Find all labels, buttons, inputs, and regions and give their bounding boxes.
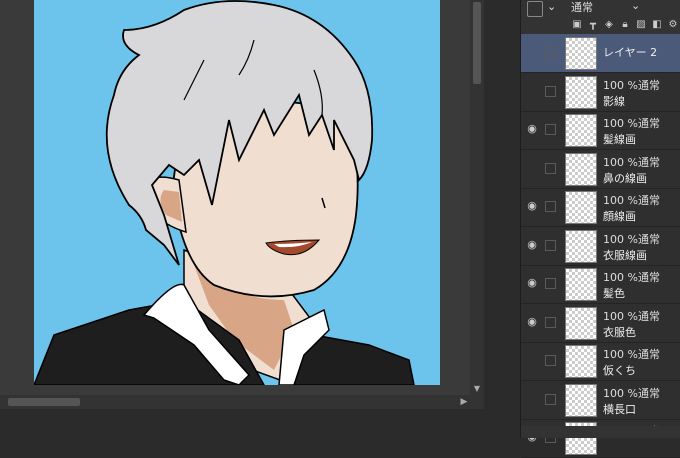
layer-lock-checkbox[interactable] xyxy=(545,278,556,289)
visibility-eye-icon[interactable] xyxy=(525,354,539,366)
layer-name: 衣服線画 xyxy=(603,248,647,262)
layer-thumbnail xyxy=(565,191,597,224)
layer-thumbnail xyxy=(565,152,597,186)
lock-transparent-icon[interactable]: ▨ xyxy=(635,19,647,31)
layer-blend-label: 100 %通常 xyxy=(603,155,660,169)
layer-blend-label: 100 %通常 xyxy=(603,78,660,92)
visibility-eye-icon[interactable]: ◉ xyxy=(525,315,539,328)
layer-thumbnail xyxy=(565,229,597,263)
mask-icon[interactable]: ◧ xyxy=(651,19,663,31)
layer-row[interactable]: 100 %通常 影線 xyxy=(521,73,680,112)
blend-mode-select[interactable]: 通常 xyxy=(571,0,593,15)
layer-blend-label: 100 %通常 xyxy=(603,348,660,361)
layer-lock-checkbox[interactable] xyxy=(545,85,556,97)
layer-lock-checkbox[interactable] xyxy=(545,47,556,58)
settings-icon[interactable]: ⚙ xyxy=(667,19,679,31)
horizontal-scroll-thumb[interactable] xyxy=(8,398,80,406)
clip-icon[interactable]: ┳ xyxy=(587,19,599,31)
layer-blend-label: 100 %通常 xyxy=(603,386,660,400)
layer-panel-footer xyxy=(521,426,680,438)
visibility-eye-icon[interactable] xyxy=(525,162,539,174)
layer-name: レイヤー 2 xyxy=(603,46,658,59)
layer-thumbnail xyxy=(565,306,597,340)
layer-row[interactable]: 100 %通常 鼻の線画 xyxy=(521,150,680,189)
visibility-eye-icon[interactable] xyxy=(525,85,539,97)
layer-lock-checkbox[interactable] xyxy=(545,393,556,405)
visibility-eye-icon[interactable]: ◉ xyxy=(525,238,539,251)
layer-row[interactable]: ◉ 100 %通常 衣服線画 xyxy=(521,227,680,266)
layer-lock-checkbox[interactable] xyxy=(545,201,556,212)
chevron-down-icon[interactable]: ⌄ xyxy=(547,0,556,13)
layer-color-swatch[interactable] xyxy=(527,1,543,17)
vertical-scrollbar[interactable]: ▼ xyxy=(470,0,484,395)
canvas-area[interactable] xyxy=(0,0,470,395)
layer-blend-label: 100 %通常 xyxy=(603,117,660,130)
layer-blend-label: 100 %通常 xyxy=(603,309,660,323)
visibility-eye-icon[interactable]: ◉ xyxy=(525,200,539,212)
layer-row[interactable]: 100 %通常 横長口 xyxy=(521,381,680,420)
layer-name: 影線 xyxy=(603,94,625,108)
layer-row[interactable]: レイヤー 2 xyxy=(521,34,680,73)
layer-lock-checkbox[interactable] xyxy=(545,239,556,251)
layer-thumbnail xyxy=(565,75,597,109)
layer-color-icon[interactable]: ▣ xyxy=(571,19,583,31)
artwork xyxy=(34,0,440,385)
scroll-right-icon[interactable]: ▶ xyxy=(458,396,470,408)
layer-row[interactable]: ◉ 100 %通常 衣服色 xyxy=(521,304,680,343)
visibility-eye-icon[interactable]: ◉ xyxy=(525,123,539,135)
layer-row[interactable]: ◉100 %通常 xyxy=(521,419,680,458)
layer-thumbnail xyxy=(565,345,597,378)
layer-blend-label: 100 %通常 xyxy=(603,271,660,284)
layer-row[interactable]: ◉ 100 %通常 髪色 xyxy=(521,265,680,304)
vertical-scroll-thumb[interactable] xyxy=(473,2,481,84)
layer-panel: ⌄ 通常 ⌄ ▣ ┳ ◈ 🔒︎ ▨ ◧ ⚙ レイヤー 2 100 %通常 影線 ◉ 10… xyxy=(520,0,680,458)
layer-name: 横長口 xyxy=(603,402,636,416)
layer-thumbnail xyxy=(565,37,597,70)
visibility-eye-icon[interactable]: ◉ xyxy=(525,277,539,289)
layer-row[interactable]: 100 %通常 仮くち xyxy=(521,342,680,381)
layer-lock-checkbox[interactable] xyxy=(545,316,556,328)
layer-thumbnail xyxy=(565,268,597,301)
lock-icon[interactable]: 🔒︎ xyxy=(619,19,631,31)
layer-name: 髪線画 xyxy=(603,133,636,146)
layer-name: 衣服色 xyxy=(603,325,636,339)
reference-icon[interactable]: ◈ xyxy=(603,19,615,31)
layer-blend-label: 100 %通常 xyxy=(603,232,660,246)
layer-name: 仮くち xyxy=(603,364,636,377)
horizontal-scrollbar[interactable]: ▶ xyxy=(0,395,484,409)
layer-name: 顔線画 xyxy=(603,210,636,223)
status-strip xyxy=(0,409,520,438)
layer-row[interactable]: ◉ 100 %通常 顔線画 xyxy=(521,188,680,227)
layer-thumbnail xyxy=(565,114,597,147)
layer-blend-label: 100 %通常 xyxy=(603,194,660,207)
layer-row[interactable]: ◉ 100 %通常 髪線画 xyxy=(521,111,680,150)
layer-lock-checkbox[interactable] xyxy=(545,124,556,135)
layer-name: 鼻の線画 xyxy=(603,171,647,185)
layer-name: 髪色 xyxy=(603,287,625,300)
layer-lock-checkbox[interactable] xyxy=(545,162,556,174)
blend-mode-chevron-icon[interactable]: ⌄ xyxy=(631,0,640,12)
layer-thumbnail xyxy=(565,383,597,417)
visibility-eye-icon[interactable] xyxy=(525,46,539,58)
visibility-eye-icon[interactable] xyxy=(525,393,539,405)
layer-lock-checkbox[interactable] xyxy=(545,355,556,366)
scroll-down-icon[interactable]: ▼ xyxy=(473,385,481,393)
